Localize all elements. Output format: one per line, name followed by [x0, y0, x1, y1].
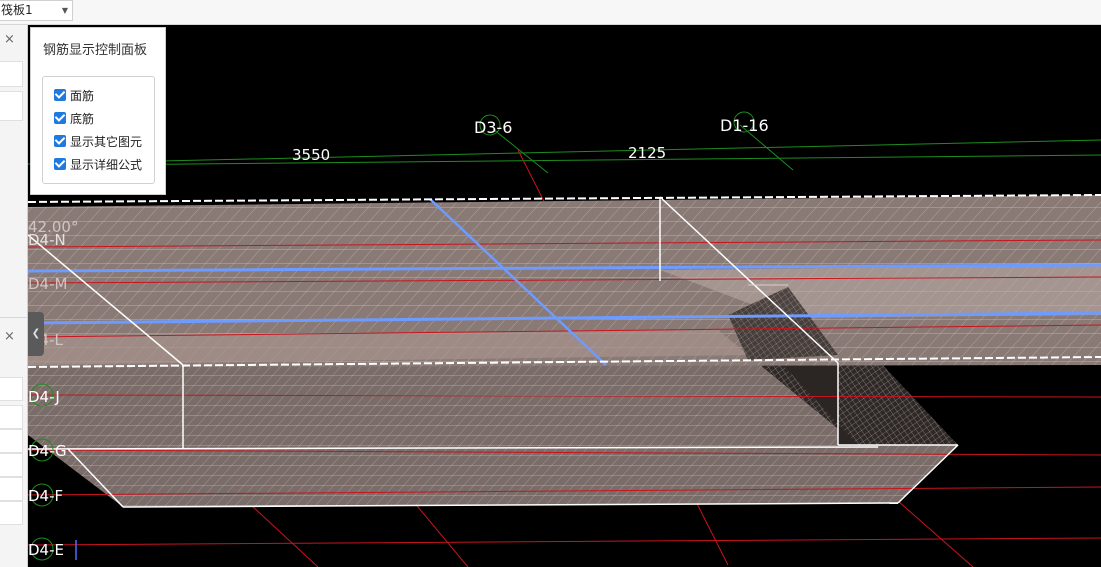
option-bottom-rebar[interactable]: 底筋	[54, 109, 94, 127]
left-panel-field[interactable]	[0, 477, 23, 501]
left-panel-field[interactable]	[0, 91, 23, 121]
dimension-label: 3550	[292, 146, 330, 164]
grid-label-d4-f: D4-F	[28, 487, 63, 505]
close-icon[interactable]: ×	[4, 330, 15, 344]
checkbox-checked-icon[interactable]	[54, 89, 66, 101]
checkbox-checked-icon[interactable]	[54, 112, 66, 124]
options-group: 面筋 底筋 显示其它图元 显示详细公式	[42, 76, 155, 184]
dimension-label: 2125	[628, 144, 666, 162]
left-panel-field[interactable]	[0, 429, 23, 453]
left-panel-field[interactable]	[0, 61, 23, 87]
rebar-scene: D3-6 D1-16 3550 2125 42.00° D4-N D4-M D4…	[28, 111, 1101, 567]
panel-divider	[0, 317, 27, 318]
option-top-rebar[interactable]: 面筋	[54, 86, 94, 104]
left-dock-panel: × ×	[0, 25, 28, 567]
option-label: 面筋	[70, 88, 95, 103]
left-panel-field[interactable]	[0, 501, 23, 525]
grid-label-d4-m: D4-M	[28, 275, 67, 293]
panel-title: 钢筋显示控制面板	[43, 43, 148, 58]
option-label: 显示其它图元	[70, 134, 143, 149]
checkbox-checked-icon[interactable]	[54, 158, 66, 170]
option-show-detailed-formula[interactable]: 显示详细公式	[54, 155, 142, 173]
option-label: 底筋	[70, 111, 95, 126]
grid-label-d4-g: D4-G	[28, 442, 67, 460]
grid-label-d3-6: D3-6	[474, 118, 512, 137]
grid-line-green	[87, 154, 1101, 166]
checkbox-checked-icon[interactable]	[54, 135, 66, 147]
left-panel-field[interactable]	[0, 405, 23, 429]
rebar-3d-viewport[interactable]: D3-6 D1-16 3550 2125 42.00° D4-N D4-M D4…	[28, 25, 1101, 567]
grid-label-d4-n: D4-N	[28, 231, 66, 249]
grid-line-red	[897, 500, 974, 567]
grid-label-d4-j: D4-J	[28, 388, 60, 406]
option-show-other-elements[interactable]: 显示其它图元	[54, 132, 142, 150]
left-panel-field[interactable]	[0, 453, 23, 477]
close-icon[interactable]: ×	[4, 33, 15, 47]
option-label: 显示详细公式	[70, 157, 143, 172]
grid-label-d1-16: D1-16	[720, 116, 769, 135]
top-toolbar: 筏板1 ▼	[0, 0, 1101, 25]
rebar-display-control-panel: 钢筋显示控制面板 面筋 底筋 显示其它图元 显示详细公式	[30, 27, 166, 195]
left-panel-field[interactable]	[0, 377, 23, 401]
dropdown-arrow-icon[interactable]: ▼	[62, 1, 68, 20]
slab-selector[interactable]: 筏板1 ▼	[0, 0, 73, 21]
slab-selector-value: 筏板1	[1, 3, 33, 17]
grid-label-d4-e: D4-E	[28, 541, 64, 559]
grid-line-red	[28, 537, 1101, 546]
collapse-panel-icon[interactable]: ❮	[28, 312, 44, 356]
